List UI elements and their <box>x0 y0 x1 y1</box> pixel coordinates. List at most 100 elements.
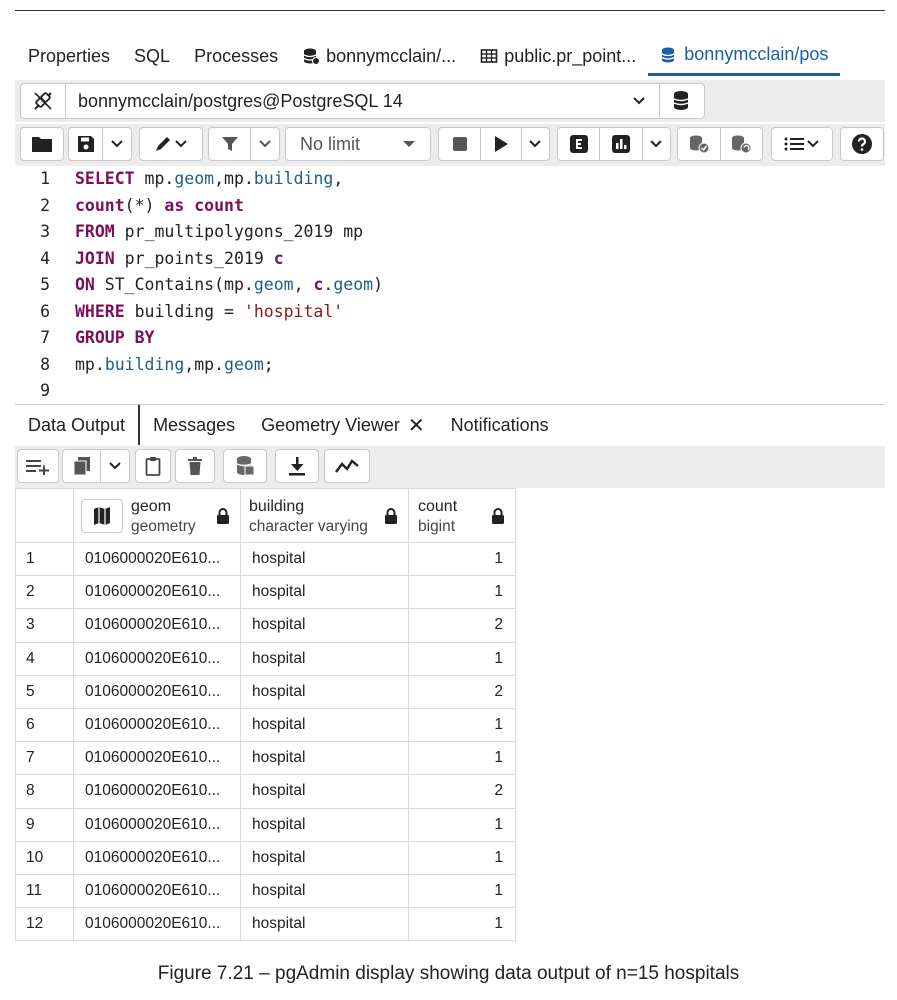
row-number[interactable]: 8 <box>15 774 74 809</box>
cell-count[interactable]: 1 <box>408 807 516 842</box>
download-button[interactable] <box>275 449 319 483</box>
explain-analyze-button[interactable] <box>599 128 641 160</box>
stop-button[interactable] <box>439 128 480 160</box>
cell-geom[interactable]: 0106000020E610... <box>73 840 241 875</box>
explain-options-button[interactable] <box>641 128 671 160</box>
row-limit-select[interactable]: No limit <box>285 127 431 161</box>
cell-count[interactable]: 2 <box>408 674 516 709</box>
cell-count[interactable]: 1 <box>408 741 516 776</box>
cell-geom[interactable]: 0106000020E610... <box>73 907 241 942</box>
row-number[interactable]: 7 <box>15 741 74 776</box>
transaction-button-group[interactable] <box>677 127 763 161</box>
table-row[interactable]: 2 0106000020E610... hospital 1 <box>15 575 516 610</box>
view-geometry-button[interactable] <box>81 498 123 533</box>
cell-geom[interactable]: 0106000020E610... <box>73 641 241 676</box>
paste-button[interactable] <box>135 449 171 483</box>
explain-button[interactable] <box>558 128 599 160</box>
cell-building[interactable]: hospital <box>240 674 409 709</box>
cell-count[interactable]: 1 <box>408 873 516 909</box>
tab-query-tool-1[interactable]: bonnymcclain/... <box>290 36 468 76</box>
cell-geom[interactable]: 0106000020E610... <box>73 807 241 842</box>
row-number[interactable]: 2 <box>15 575 74 610</box>
cell-geom[interactable]: 0106000020E610... <box>73 873 241 909</box>
table-row[interactable]: 7 0106000020E610... hospital 1 <box>15 741 516 776</box>
help-button[interactable] <box>840 127 884 161</box>
add-row-button[interactable] <box>17 449 59 483</box>
table-row[interactable]: 1 0106000020E610... hospital 1 <box>15 541 516 577</box>
cell-count[interactable]: 1 <box>408 641 516 676</box>
connection-select[interactable]: bonnymcclain/postgres@PostgreSQL 14 <box>20 83 705 119</box>
table-row[interactable]: 4 0106000020E610... hospital 1 <box>15 641 516 676</box>
cell-geom[interactable]: 0106000020E610... <box>73 774 241 809</box>
row-number[interactable]: 9 <box>15 807 74 842</box>
cell-geom[interactable]: 0106000020E610... <box>73 741 241 776</box>
tab-messages[interactable]: Messages <box>140 405 248 445</box>
column-header-geom[interactable]: geom geometry <box>73 488 241 543</box>
column-header-building[interactable]: building character varying <box>240 488 409 543</box>
cell-building[interactable]: hospital <box>240 774 409 809</box>
save-button-group[interactable] <box>68 127 132 161</box>
cell-count[interactable]: 1 <box>408 575 516 610</box>
execute-button[interactable] <box>480 128 520 160</box>
table-row[interactable]: 3 0106000020E610... hospital 2 <box>15 608 516 643</box>
tab-sql[interactable]: SQL <box>122 36 182 76</box>
new-connection-button[interactable] <box>659 84 704 118</box>
tab-data-output[interactable]: Data Output <box>15 405 141 445</box>
cell-geom[interactable]: 0106000020E610... <box>73 541 241 577</box>
column-header-count[interactable]: count bigint <box>408 488 516 543</box>
cell-geom[interactable]: 0106000020E610... <box>73 674 241 709</box>
tab-query-tool-active[interactable]: bonnymcclain/pos <box>648 36 841 76</box>
tab-properties[interactable]: Properties <box>15 36 122 76</box>
cell-building[interactable]: hospital <box>240 840 409 875</box>
row-number[interactable]: 10 <box>15 840 74 875</box>
cell-building[interactable]: hospital <box>240 707 409 743</box>
cell-count[interactable]: 2 <box>408 774 516 809</box>
cell-count[interactable]: 2 <box>408 608 516 643</box>
save-data-button[interactable] <box>223 449 267 483</box>
close-icon[interactable]: ✕ <box>408 413 425 438</box>
cell-geom[interactable]: 0106000020E610... <box>73 608 241 643</box>
edit-button-group[interactable] <box>139 127 203 161</box>
copy-button-group[interactable] <box>62 449 130 483</box>
row-number[interactable]: 1 <box>15 541 74 577</box>
tab-processes[interactable]: Processes <box>182 36 290 76</box>
row-number[interactable]: 6 <box>15 707 74 743</box>
cell-building[interactable]: hospital <box>240 541 409 577</box>
tab-notifications[interactable]: Notifications <box>438 405 562 445</box>
execute-button-group[interactable] <box>438 127 550 161</box>
row-number[interactable]: 12 <box>15 907 74 942</box>
table-row[interactable]: 10 0106000020E610... hospital 1 <box>15 840 516 875</box>
tab-geometry-viewer[interactable]: Geometry Viewer ✕ <box>248 405 437 445</box>
filter-button-group[interactable] <box>208 127 280 161</box>
row-number[interactable]: 11 <box>15 873 74 909</box>
cell-count[interactable]: 1 <box>408 707 516 743</box>
cell-building[interactable]: hospital <box>240 807 409 842</box>
row-number[interactable]: 3 <box>15 608 74 643</box>
chevron-down-icon[interactable] <box>619 96 659 106</box>
table-row[interactable]: 11 0106000020E610... hospital 1 <box>15 873 516 909</box>
execute-options-button[interactable] <box>520 128 549 160</box>
cell-building[interactable]: hospital <box>240 608 409 643</box>
table-row[interactable]: 9 0106000020E610... hospital 1 <box>15 807 516 842</box>
cell-building[interactable]: hospital <box>240 907 409 942</box>
rollback-button[interactable] <box>719 128 763 160</box>
explain-button-group[interactable] <box>557 127 671 161</box>
cell-geom[interactable]: 0106000020E610... <box>73 707 241 743</box>
delete-button[interactable] <box>175 449 215 483</box>
table-row[interactable]: 5 0106000020E610... hospital 2 <box>15 674 516 709</box>
commit-button[interactable] <box>678 128 720 160</box>
cell-building[interactable]: hospital <box>240 873 409 909</box>
graph-visualiser-button[interactable] <box>324 449 370 483</box>
table-row[interactable]: 12 0106000020E610... hospital 1 <box>15 907 516 942</box>
cell-building[interactable]: hospital <box>240 641 409 676</box>
cell-count[interactable]: 1 <box>408 541 516 577</box>
row-number[interactable]: 5 <box>15 674 74 709</box>
tab-table-view[interactable]: public.pr_point... <box>468 36 648 76</box>
open-file-button[interactable] <box>20 127 64 161</box>
cell-geom[interactable]: 0106000020E610... <box>73 575 241 610</box>
connection-status[interactable] <box>21 84 66 118</box>
cell-building[interactable]: hospital <box>240 741 409 776</box>
row-number[interactable]: 4 <box>15 641 74 676</box>
sql-editor[interactable]: 1 SELECT mp.geom,mp.building, 2 count(*) a… <box>15 166 885 402</box>
table-row[interactable]: 8 0106000020E610... hospital 2 <box>15 774 516 809</box>
